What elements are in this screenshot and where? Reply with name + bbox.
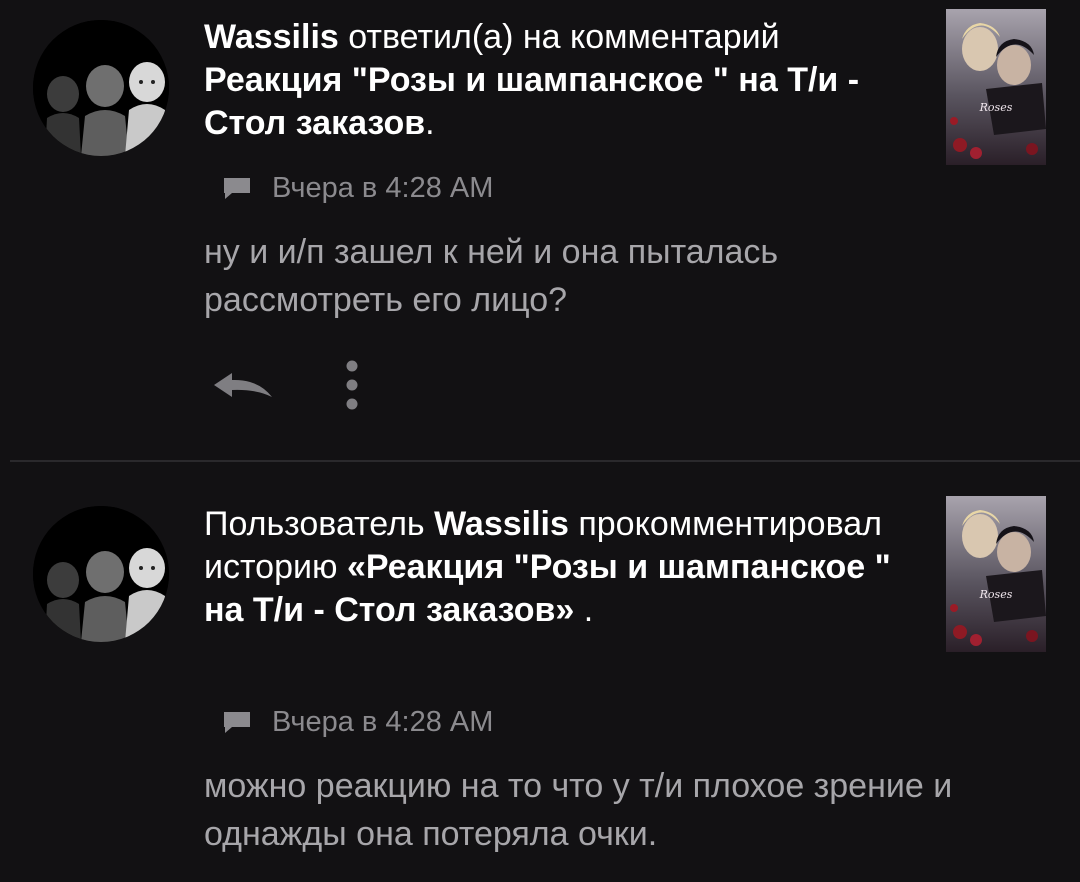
timestamp: Вчера в 4:28 AM (272, 171, 494, 204)
notification-headline[interactable]: Wassilis ответил(а) на комментарий Реакц… (204, 16, 914, 145)
notification-item[interactable]: Wassilis ответил(а) на комментарий Реакц… (0, 0, 1080, 460)
notification-item[interactable]: Пользователь Wassilis прокомментировал и… (0, 462, 1080, 882)
comment-actions (210, 360, 362, 410)
action-text: ответил(а) на комментарий (338, 18, 780, 56)
reply-arrow-icon[interactable] (210, 365, 280, 405)
avatar-image (33, 20, 169, 156)
notification-headline[interactable]: Пользователь Wassilis прокомментировал и… (204, 503, 914, 632)
svg-text:Roses: Roses (979, 588, 1013, 601)
story-cover-image: Roses (946, 9, 1046, 165)
avatar[interactable] (33, 20, 169, 156)
story-cover-image: Roses (946, 496, 1046, 652)
story-cover[interactable]: Roses (946, 496, 1046, 652)
notification-feed: Wassilis ответил(а) на комментарий Реакц… (0, 0, 1080, 882)
timestamp-row: Вчера в 4:28 AM (222, 170, 493, 206)
story-cover[interactable]: Roses (946, 9, 1046, 165)
headline-suffix: . (574, 591, 594, 629)
avatar-image (33, 506, 169, 642)
headline-prefix: Пользователь (204, 505, 435, 543)
more-vertical-icon[interactable] (342, 358, 362, 412)
username-link[interactable]: Wassilis (204, 18, 339, 56)
comment-icon (224, 178, 250, 199)
timestamp-row: Вчера в 4:28 AM (222, 704, 493, 740)
comment-icon (224, 712, 250, 733)
story-title-link[interactable]: Реакция "Розы и шампанское " на Т/и - Ст… (204, 61, 859, 142)
comment-text: ну и и/п зашел к ней и она пыталась расс… (204, 233, 779, 319)
comment-text: можно реакцию на то что у т/и плохое зре… (204, 767, 953, 853)
headline-suffix: . (425, 104, 435, 142)
timestamp: Вчера в 4:28 AM (272, 705, 494, 738)
username-link[interactable]: Wassilis (434, 505, 569, 543)
avatar[interactable] (33, 506, 169, 642)
svg-text:Roses: Roses (979, 101, 1013, 114)
